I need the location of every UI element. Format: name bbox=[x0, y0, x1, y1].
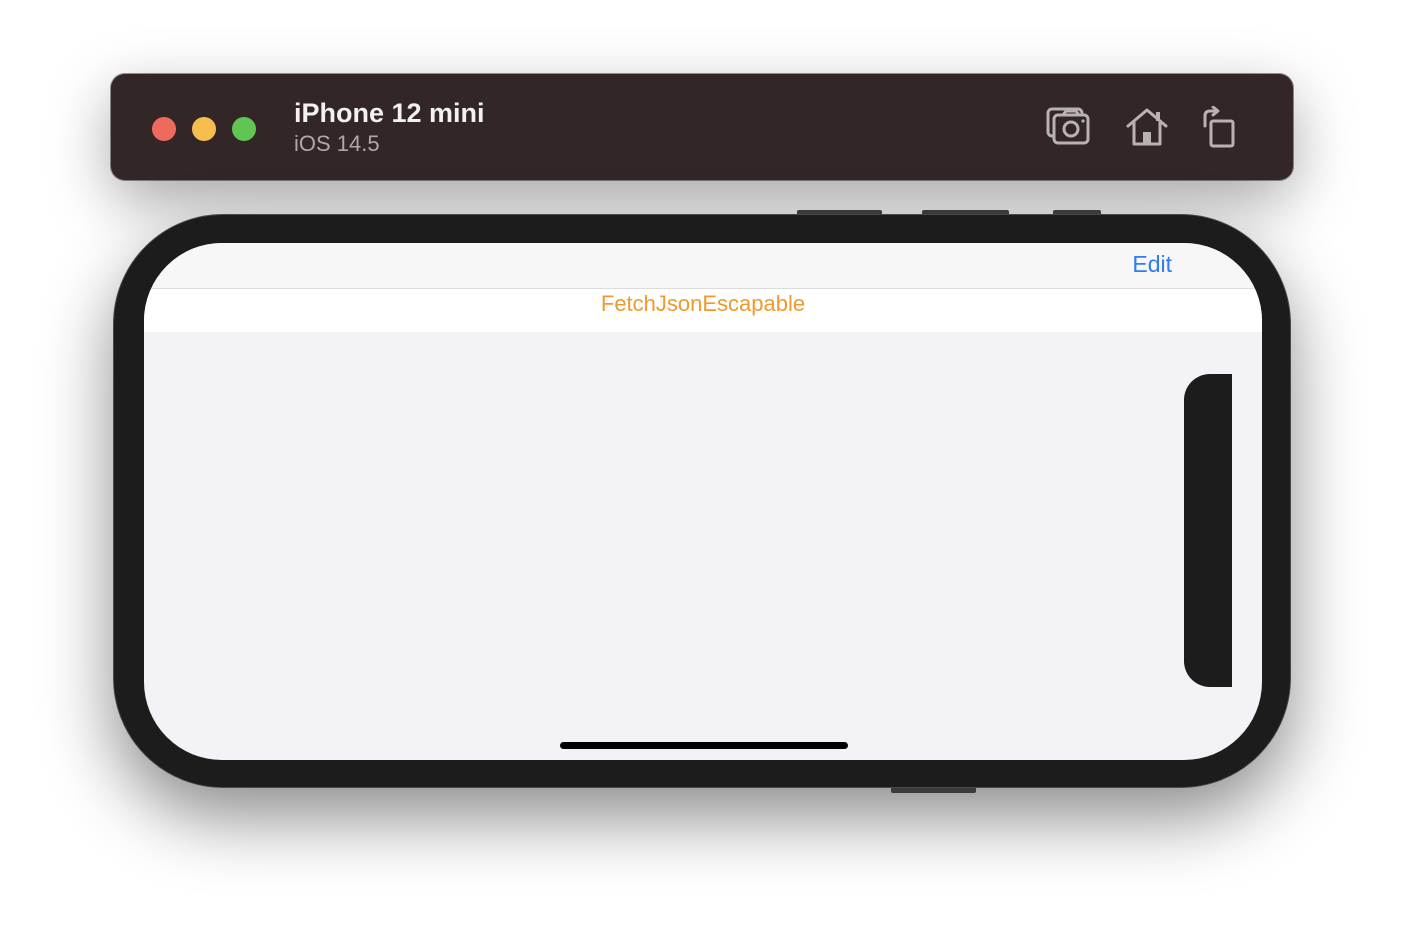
simulator-title-bar: iPhone 12 mini iOS 14.5 bbox=[111, 74, 1293, 180]
app-title: FetchJsonEscapable bbox=[600, 291, 806, 316]
edit-button[interactable]: Edit bbox=[1132, 251, 1172, 278]
zoom-window-button[interactable] bbox=[232, 117, 256, 141]
camera-icon bbox=[1046, 107, 1090, 145]
screenshot-button[interactable] bbox=[1046, 106, 1092, 148]
title-row[interactable]: FetchJsonEscapable bbox=[144, 289, 1262, 332]
rotate-button[interactable] bbox=[1197, 105, 1243, 148]
minimize-window-button[interactable] bbox=[192, 117, 216, 141]
device-frame: Edit FetchJsonEscapable bbox=[113, 214, 1291, 788]
rotate-icon bbox=[1203, 105, 1235, 148]
close-window-button[interactable] bbox=[152, 117, 176, 141]
navigation-bar: Edit bbox=[144, 243, 1262, 289]
device-name: iPhone 12 mini bbox=[294, 98, 485, 128]
home-button[interactable] bbox=[1124, 106, 1170, 148]
home-indicator[interactable] bbox=[560, 742, 848, 749]
device-screen: Edit FetchJsonEscapable bbox=[144, 243, 1262, 760]
os-version: iOS 14.5 bbox=[294, 131, 380, 156]
sensor-notch bbox=[1184, 374, 1232, 687]
home-icon bbox=[1126, 108, 1168, 146]
